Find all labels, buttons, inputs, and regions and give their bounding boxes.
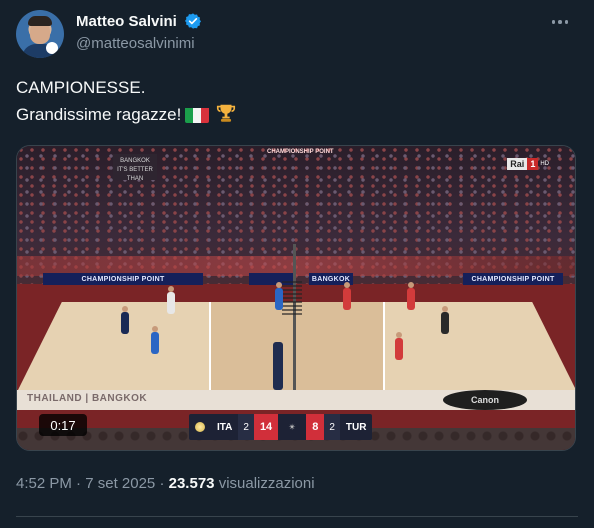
video-player[interactable]: CHAMPIONSHIP POINT BANGKOK IT'S BETTER T… [16,145,576,451]
tweet-time[interactable]: 4:52 PM [16,475,72,492]
team-a: ITA [217,421,233,433]
team-b: TUR [345,421,367,433]
league-logo-icon: ✴ [288,421,296,432]
player-tur [343,282,351,310]
tweet-header: Matteo Salvini @matteosalvinimi [16,10,578,58]
player-ita [151,326,159,354]
player-tur [395,332,403,360]
sets-b: 2 [324,414,340,440]
top-banner: CHAMPIONSHIP POINT [267,149,334,155]
net-post [293,244,296,390]
display-name[interactable]: Matteo Salvini [76,13,177,30]
points-b: 8 [306,414,325,440]
volleyball-icon [189,414,211,440]
views-count[interactable]: 23.573 [169,475,215,492]
broadcaster-logo: Rai 1 HD [507,158,549,170]
championship-board-left: CHAMPIONSHIP POINT [43,273,203,285]
tweet-date[interactable]: 7 set 2025 [85,475,155,492]
avatar[interactable] [16,10,64,58]
tweet-line-2-text: Grandissime ragazze! [16,105,182,124]
player-tur [441,306,449,334]
tweet-line-2: Grandissime ragazze! [16,101,576,128]
net [282,281,302,315]
player-tur [407,282,415,310]
tweet-text: CAMPIONESSE. Grandissime ragazze! [16,74,576,128]
player-ita [275,282,283,310]
italian-flag-icon [185,106,210,123]
points-a: 14 [253,414,279,440]
video-duration: 0:17 [39,414,87,436]
ad-thailand-bangkok: THAILAND | BANGKOK [27,393,148,404]
author-info: Matteo Salvini @matteosalvinimi [76,12,202,52]
handle[interactable]: @matteosalvinimi [76,35,202,52]
more-options-icon[interactable] [548,10,572,34]
referee [273,342,283,390]
ad-canon: Canon [443,390,527,410]
player-ita [121,306,129,334]
scoreboard: ITA 2 14 ✴ 8 2 TUR [189,414,373,440]
sets-a: 2 [238,414,254,440]
tweet-line-1: CAMPIONESSE. [16,78,146,97]
trophy-icon [217,104,236,122]
divider [16,516,578,517]
bangkok-sign: BANGKOK IT'S BETTER THAN [113,154,157,182]
verified-badge-icon [185,13,202,29]
views-label: visualizzazioni [218,475,315,492]
championship-board-right: CHAMPIONSHIP POINT [463,273,563,285]
player-ita [167,286,175,314]
tweet-meta: 4:52 PM · 7 set 2025 · 23.573 visualizza… [16,475,315,492]
